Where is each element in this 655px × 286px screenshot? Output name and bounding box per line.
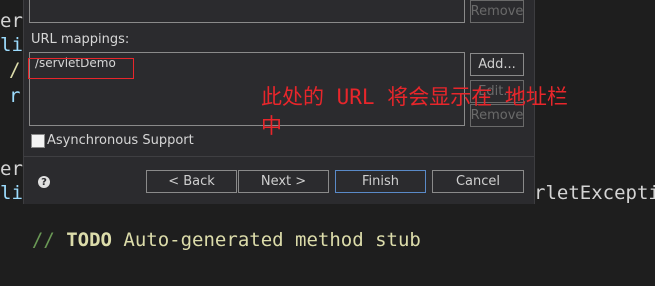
back-button[interactable]: < Back (146, 170, 237, 193)
todo-keyword: TODO (66, 229, 112, 251)
todo-comment-line: // TODO Auto-generated method stub (9, 207, 421, 251)
annotation-line-2: 中 (261, 114, 282, 138)
top-remove-button[interactable]: Remove (470, 0, 524, 23)
annotation-line-1: 此处的 URL 将会显示在 地址栏 (261, 85, 568, 109)
code-fragment: li (0, 182, 23, 204)
init-params-list[interactable] (29, 0, 465, 23)
add-button[interactable]: Add... (470, 53, 524, 76)
next-button[interactable]: Next > (238, 170, 329, 193)
annotation-text: 此处的 URL 将会显示在 地址栏 中 (261, 83, 568, 141)
comment-text: Auto-generated method stub (111, 229, 421, 251)
comment-prefix: // (31, 229, 67, 251)
async-support-label[interactable]: Asynchronous Support (47, 133, 194, 148)
highlight-rectangle (28, 58, 134, 79)
code-fragment: li (0, 34, 23, 56)
code-fragment: er (0, 10, 23, 32)
cancel-button[interactable]: Cancel (432, 170, 524, 193)
async-support-checkbox[interactable] (31, 134, 45, 148)
code-fragment: r (9, 85, 21, 107)
url-mappings-label: URL mappings: (31, 32, 130, 47)
code-fragment: rletExcepti (534, 182, 655, 204)
code-fragment: / (9, 59, 21, 81)
dialog-separator (24, 156, 534, 157)
finish-button[interactable]: Finish (335, 170, 426, 193)
code-fragment: er (0, 158, 23, 180)
help-icon[interactable]: ? (38, 176, 50, 188)
